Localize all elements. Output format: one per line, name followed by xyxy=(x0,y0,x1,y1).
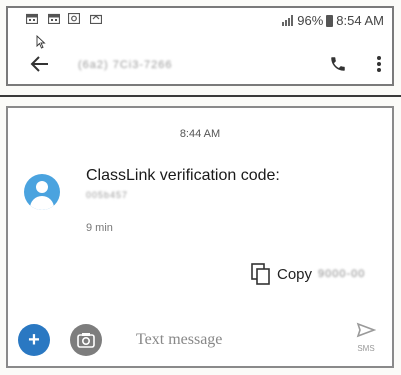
status-bar: 96% 8:54 AM xyxy=(8,8,392,34)
send-icon xyxy=(356,322,377,338)
camera-button[interactable] xyxy=(70,324,102,356)
message-time: 9 min xyxy=(86,222,113,234)
status-time: 8:54 AM xyxy=(336,13,384,28)
message-code: 005b457 xyxy=(86,190,129,200)
phone-icon[interactable] xyxy=(329,55,347,73)
compose-bar: + SMS xyxy=(8,318,392,368)
signal-icon xyxy=(282,15,294,26)
conversation-toolbar: (6a2) 7Ci3-7266 xyxy=(8,48,392,84)
status-right: 96% 8:54 AM xyxy=(281,13,384,28)
more-vert-icon[interactable] xyxy=(376,55,382,73)
conversation-timestamp: 8:44 AM xyxy=(179,128,221,140)
message-text: ClassLink verification code: xyxy=(86,167,280,184)
bottom-screenshot-panel: 8:44 AM ClassLink verification code: 005… xyxy=(6,106,394,368)
mouse-cursor-icon xyxy=(36,35,46,49)
avatar-head xyxy=(36,181,48,193)
contact-phone-number: (6a2) 7Ci3-7266 xyxy=(78,59,173,71)
panel-divider xyxy=(0,95,401,97)
battery-percent: 96% xyxy=(297,13,324,28)
calendar-icon xyxy=(26,13,38,24)
top-screenshot-panel: 96% 8:54 AM (6a2) 7Ci3-7266 xyxy=(6,6,394,86)
copy-code-chip[interactable]: Copy 9000-00 xyxy=(251,263,365,285)
add-icon: + xyxy=(28,329,40,351)
copy-label: Copy xyxy=(277,265,313,283)
message-input[interactable] xyxy=(136,326,336,354)
back-arrow-icon[interactable] xyxy=(30,54,50,74)
contact-avatar xyxy=(24,174,60,210)
battery-icon xyxy=(326,14,334,27)
voicemail-icon xyxy=(90,14,102,24)
copy-icon xyxy=(251,263,270,285)
send-sms-button[interactable]: SMS xyxy=(351,322,381,362)
add-attachment-button[interactable]: + xyxy=(18,324,50,356)
avatar-body xyxy=(30,196,54,210)
send-sms-label: SMS xyxy=(357,344,375,353)
calendar-icon xyxy=(48,13,60,24)
camera-icon xyxy=(77,333,95,348)
photo-icon xyxy=(68,13,80,24)
copy-code-value: 9000-00 xyxy=(318,268,366,280)
